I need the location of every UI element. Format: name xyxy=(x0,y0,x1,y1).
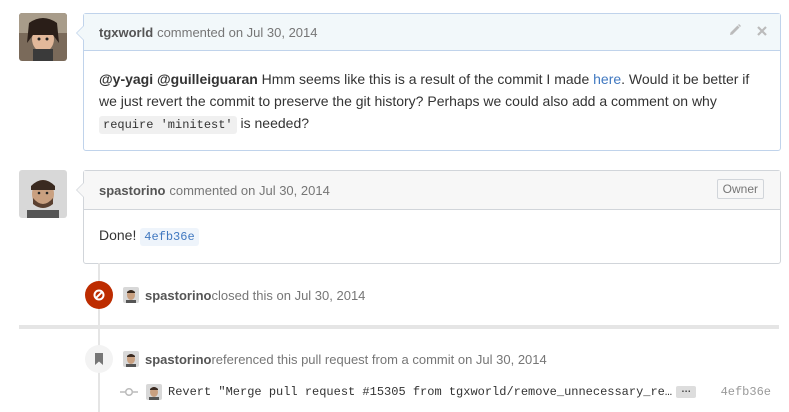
comment-spastorino: spastorino commented on Jul 30, 2014 Own… xyxy=(76,170,781,264)
comment-header: tgxworld commented on Jul 30, 2014 xyxy=(84,14,780,51)
comment-tgxworld: tgxworld commented on Jul 30, 2014 @y-ya… xyxy=(76,13,781,151)
comment-header: spastorino commented on Jul 30, 2014 Own… xyxy=(84,171,780,210)
comment-author[interactable]: tgxworld xyxy=(99,25,153,40)
commit-row: Revert "Merge pull request #15305 from t… xyxy=(120,382,775,402)
commit-sha-link[interactable]: 4efb36e xyxy=(140,228,199,246)
closed-circle-icon xyxy=(85,281,113,309)
comment-text: is needed? xyxy=(236,115,310,131)
commit-node-icon xyxy=(120,384,138,400)
avatar-tgxworld[interactable] xyxy=(19,13,67,61)
avatar-spastorino-mini[interactable] xyxy=(123,351,139,367)
event-text: closed this on Jul 30, 2014 xyxy=(211,287,366,303)
expand-commit-button[interactable]: … xyxy=(676,385,697,398)
commit-message[interactable]: Revert "Merge pull request #15305 from t… xyxy=(168,385,672,399)
commit-sha[interactable]: 4efb36e xyxy=(721,385,771,399)
mention-y-yagi[interactable]: @y-yagi xyxy=(99,71,153,87)
close-icon[interactable] xyxy=(756,14,768,50)
avatar-spastorino-mini[interactable] xyxy=(146,384,162,400)
mention-guilleiguaran[interactable]: @guilleiguaran xyxy=(157,71,258,87)
timeline-divider xyxy=(19,325,779,329)
comment-text: Hmm seems like this is a result of the c… xyxy=(257,71,594,87)
comment-body: @y-yagi @guilleiguaran Hmm seems like th… xyxy=(84,51,780,150)
comment-pointer xyxy=(76,25,84,41)
inline-code: require 'minitest' xyxy=(99,116,237,134)
comment-timestamp[interactable]: commented on Jul 30, 2014 xyxy=(169,183,329,198)
comment-body: Done! 4efb36e xyxy=(84,210,780,262)
event-closed: spastorino closed this on Jul 30, 2014 xyxy=(85,280,365,310)
bookmark-icon xyxy=(85,345,113,373)
comment-pointer xyxy=(76,182,84,198)
event-referenced: spastorino referenced this pull request … xyxy=(85,344,547,374)
event-actor[interactable]: spastorino xyxy=(145,352,211,367)
comment-author[interactable]: spastorino xyxy=(99,183,165,198)
owner-badge: Owner xyxy=(716,179,764,199)
comment-text: Done! xyxy=(99,227,141,243)
pencil-icon[interactable] xyxy=(728,14,742,50)
commit-link[interactable]: here xyxy=(593,71,621,87)
event-actor[interactable]: spastorino xyxy=(145,288,211,303)
comment-timestamp[interactable]: commented on Jul 30, 2014 xyxy=(157,25,317,40)
avatar-spastorino[interactable] xyxy=(19,170,67,218)
avatar-spastorino-mini[interactable] xyxy=(123,287,139,303)
event-text: referenced this pull request from a comm… xyxy=(211,351,547,367)
